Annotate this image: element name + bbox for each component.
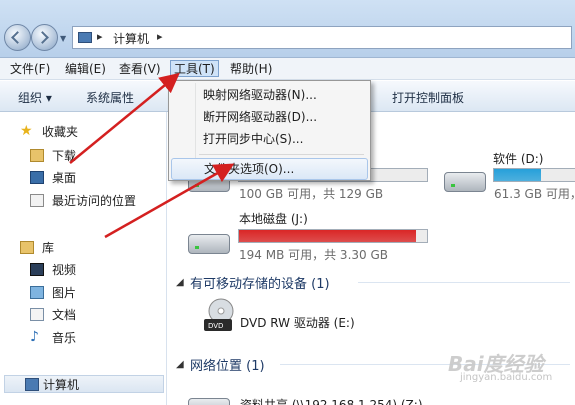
breadcrumb-computer[interactable]: 计算机 [113, 30, 149, 47]
open-control-panel-button[interactable]: 打开控制面板 [392, 89, 464, 106]
sidebar-item-libraries[interactable]: 库 [20, 239, 160, 257]
menu-item-disconnect-network-drive[interactable]: 断开网络驱动器(D)... [171, 106, 368, 128]
group-header-removable[interactable]: 有可移动存储的设备 (1) [190, 273, 330, 292]
sidebar-label: 图片 [52, 286, 77, 300]
menu-separator [199, 154, 364, 155]
downloads-folder-icon [30, 149, 44, 162]
sidebar-label: 文档 [52, 308, 77, 322]
sidebar-label: 最近访问的位置 [52, 194, 137, 208]
computer-icon [25, 378, 39, 391]
drive-j-usage-fill [239, 230, 416, 242]
computer-icon [78, 32, 92, 43]
drive-j-name: 本地磁盘 (J:) [239, 212, 308, 226]
tools-menu: 映射网络驱动器(N)... 断开网络驱动器(D)... 打开同步中心(S)...… [168, 80, 371, 181]
sidebar-item-desktop[interactable]: 桌面 [30, 169, 160, 187]
menu-file[interactable]: 文件(F) [7, 61, 53, 78]
menu-tools[interactable]: 工具(T) [170, 60, 219, 77]
sidebar-label: 音乐 [52, 331, 77, 345]
menu-view[interactable]: 查看(V) [116, 61, 164, 78]
history-dropdown-icon[interactable]: ▼ [60, 34, 66, 43]
recent-places-icon [30, 194, 44, 207]
window-titlebar: ▼ ▸ 计算机 ▸ [0, 0, 575, 58]
menu-help[interactable]: 帮助(H) [227, 61, 275, 78]
drive-e-name: DVD RW 驱动器 (E:) [240, 316, 355, 330]
drive-d-usage-fill [494, 169, 541, 181]
forward-button[interactable] [31, 24, 58, 51]
drive-j-size: 194 MB 可用，共 3.30 GB [239, 248, 388, 262]
back-arrow-icon [11, 31, 24, 44]
dvd-icon-label: DVD [208, 322, 223, 330]
sidebar-label: 收藏夹 [42, 125, 79, 139]
menu-bar: 文件(F) 编辑(E) 查看(V) 工具(T) 帮助(H) [0, 58, 575, 80]
menu-item-open-sync-center[interactable]: 打开同步中心(S)... [171, 128, 368, 150]
star-icon: ★ [20, 123, 33, 139]
dvd-drive-icon: DVD [204, 298, 234, 331]
network-drive-icon [188, 398, 230, 405]
drive-d-name: 软件 (D:) [493, 152, 544, 166]
group-header-network[interactable]: 网络位置 (1) [190, 355, 265, 374]
sidebar-item-documents[interactable]: 文档 [30, 306, 160, 324]
group-divider [358, 282, 570, 283]
sidebar-label: 桌面 [52, 171, 77, 185]
sidebar-item-videos[interactable]: 视频 [30, 261, 160, 279]
navigation-pane: ★ 收藏夹 下载 桌面 最近访问的位置 库 视频 图片 文档 ♪ 音乐 计算机 [0, 112, 167, 405]
desktop-icon [30, 171, 44, 184]
pictures-icon [30, 286, 44, 299]
sidebar-item-music[interactable]: ♪ 音乐 [30, 329, 160, 347]
menu-item-map-network-drive[interactable]: 映射网络驱动器(N)... [171, 84, 368, 106]
system-properties-button[interactable]: 系统属性 [86, 89, 134, 106]
breadcrumb-chevron-icon[interactable]: ▸ [157, 30, 163, 43]
video-icon [30, 263, 44, 276]
breadcrumb-chevron-icon[interactable]: ▸ [97, 30, 103, 43]
menu-edit[interactable]: 编辑(E) [62, 61, 109, 78]
sidebar-label: 计算机 [43, 378, 80, 392]
drive-c-size: 100 GB 可用，共 129 GB [239, 187, 384, 201]
sidebar-label: 下载 [52, 149, 77, 163]
sidebar-item-favorites[interactable]: ★ 收藏夹 [20, 123, 160, 141]
menu-item-folder-options[interactable]: 文件夹选项(O)... [171, 158, 368, 180]
address-bar[interactable]: ▸ 计算机 ▸ [72, 26, 572, 49]
back-button[interactable] [4, 24, 31, 51]
drive-j-usage-bar [238, 229, 428, 243]
music-icon: ♪ [30, 329, 39, 345]
organize-button[interactable]: 组织 ▾ [18, 89, 52, 106]
baidu-watermark-url: jingyan.baidu.com [460, 372, 553, 383]
hard-drive-icon [444, 172, 486, 192]
sidebar-item-pictures[interactable]: 图片 [30, 284, 160, 302]
hard-drive-icon [188, 234, 230, 254]
sidebar-item-computer[interactable]: 计算机 [4, 375, 164, 393]
collapse-group-icon[interactable]: ◢ [176, 277, 184, 288]
documents-icon [30, 308, 44, 321]
collapse-group-icon[interactable]: ◢ [176, 359, 184, 370]
sidebar-item-recent[interactable]: 最近访问的位置 [30, 192, 160, 210]
sidebar-label: 库 [42, 241, 55, 255]
drive-d-size: 61.3 GB 可用，共 [494, 187, 575, 201]
sidebar-label: 视频 [52, 263, 77, 277]
sidebar-item-downloads[interactable]: 下载 [30, 147, 160, 165]
library-icon [20, 241, 34, 254]
drive-d-usage-bar [493, 168, 575, 182]
forward-arrow-icon [36, 31, 49, 44]
drive-z-name: 资料共享 (\\192.168.1.254) (Z:) [240, 398, 423, 405]
